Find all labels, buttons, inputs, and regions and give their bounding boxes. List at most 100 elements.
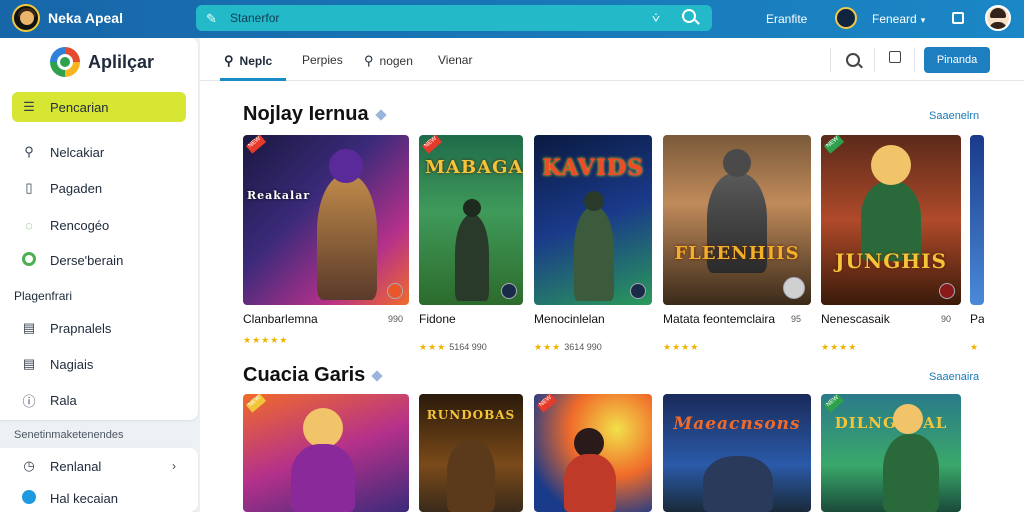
rating-count: 3614 990 (564, 342, 602, 352)
app-logo-icon[interactable] (12, 4, 40, 32)
game-card[interactable]: NEW (534, 394, 652, 512)
sidebar-item-label: Derse'berain (50, 252, 124, 268)
search-input[interactable] (230, 9, 630, 27)
game-card[interactable]: NEW Reakalar Clanbarlemna 990 ★★★★★ (243, 135, 409, 351)
game-card[interactable]: FLEENHIIS Matata feontemclaira 95 ★★★★ (663, 135, 811, 353)
character-head (871, 145, 911, 185)
sidebar-item-rencogeo[interactable]: ◌ Rencogéo (12, 210, 186, 240)
chevron-right-icon: › (172, 459, 176, 473)
top-bar: Neka Apeal ✎ ⩒ Eranfite Feneard▾ (0, 0, 1024, 38)
game-card[interactable]: Pa ★ (970, 135, 984, 351)
character-art (703, 456, 773, 512)
green-ring-icon (20, 251, 38, 269)
user-name: Feneard (872, 12, 917, 26)
badge-icon (783, 277, 805, 299)
sidebar-item-prapnalels[interactable]: ▤ Prapnalels (12, 313, 186, 343)
see-all-link[interactable]: Saaenaira (929, 371, 979, 383)
sidebar-item-label: Prapnalels (50, 320, 112, 336)
character-art (447, 440, 495, 512)
rating-stars: ★★★★★ (243, 335, 291, 346)
game-card[interactable]: Maeacnsons (663, 394, 811, 512)
sidebar-item-derseberain[interactable]: Derse'berain (12, 245, 186, 275)
sidebar-section-heading: Senetinmaketenendes (14, 429, 124, 441)
game-card[interactable]: NEW DILNGAUAL (821, 394, 961, 512)
character-art (455, 215, 489, 301)
character-art (291, 444, 355, 512)
game-title: Pa (970, 312, 984, 326)
sidebar-item-label: Nagiais (50, 356, 94, 372)
info-icon: ⓘ (22, 393, 36, 409)
character-art (574, 207, 614, 301)
sidebar-item-hal-kecaian[interactable]: Hal kecaian (12, 483, 186, 512)
game-meta: 90 (941, 314, 952, 324)
game-title: Fidone (419, 312, 456, 326)
tab-vienar[interactable]: Vienar (438, 53, 472, 67)
window-icon[interactable] (952, 12, 964, 24)
tab-perpies[interactable]: Perpies (302, 53, 343, 67)
game-cover: FLEENHIIS (663, 135, 811, 305)
clock-icon: ◷ (23, 458, 35, 473)
search-icon[interactable] (846, 53, 860, 67)
sidebar-item-label: Nelcakiar (50, 144, 105, 160)
share-icon[interactable] (889, 51, 901, 63)
sidebar-item-nagiais[interactable]: ▤ Nagiais (12, 349, 186, 379)
user-menu[interactable]: Feneard ▾ (872, 12, 925, 26)
tab-label: Vienar (438, 53, 473, 67)
document-icon: ▤ (22, 356, 36, 371)
stars-text: ★★★ (534, 342, 562, 352)
badge-icon (387, 283, 403, 299)
badge-icon (939, 283, 955, 299)
sidebar-item-pagaden[interactable]: ▯ Pagaden (12, 173, 186, 203)
primary-action-button[interactable]: Pinanda (924, 47, 990, 73)
game-cover: NEW (243, 394, 409, 512)
sidebar-item-renlanal[interactable]: ◷ Renlanal › (12, 451, 186, 481)
rating-stars: ★★★★ (663, 342, 702, 353)
cover-title: RUNDOBAS (426, 408, 516, 422)
cover-title: FLEENHIIS (674, 243, 800, 264)
ribbon-badge: NEW (823, 394, 845, 413)
see-all-link[interactable]: Saaenelrn (929, 110, 979, 122)
ribbon-badge: NEW (421, 135, 443, 154)
section-title: Cuacia Garis (243, 364, 383, 387)
phone-icon: ▯ (25, 180, 33, 195)
game-cover: NEW (534, 394, 652, 512)
sidebar-item-label: Rala (50, 392, 77, 408)
game-card[interactable]: NEW MABAGAL Fidone ★★★5164 990 (419, 135, 523, 353)
character-head (303, 408, 343, 448)
ribbon-badge: NEW (823, 135, 845, 154)
sidebar-item-rala[interactable]: ⓘ Rala (12, 385, 186, 415)
game-card[interactable]: NEW JUNGHIS Nenescasaik 90 ★★★★ (821, 135, 961, 352)
app-title: Neka Apeal (48, 10, 123, 26)
game-card[interactable]: NEW (243, 394, 409, 512)
header-link[interactable]: Eranfite (766, 12, 807, 26)
tab-bar: ⚲ Neplc Perpies ⚲ nogen Vienar Pinanda (200, 38, 1024, 81)
game-card[interactable]: RUNDOBAS (419, 394, 523, 512)
search-icon[interactable] (682, 9, 696, 23)
stars-text: ★★★ (419, 342, 447, 352)
tab-label: Neplc (239, 54, 273, 68)
game-cover: NEW MABAGAL (419, 135, 523, 305)
game-card[interactable]: KAVIDS Menocinlelan ★★★ 3614 990 (534, 135, 652, 352)
sidebar-section-heading: Plagenfrari (14, 289, 73, 303)
sidebar-item-label: Pagaden (50, 180, 103, 196)
tab-neplc[interactable]: ⚲ Neplc (224, 53, 272, 69)
cover-title: KAVIDS (541, 155, 645, 181)
search-bar[interactable]: ✎ ⩒ (196, 5, 712, 31)
cover-title: JUNGHIS (835, 249, 947, 273)
game-cover (970, 135, 984, 305)
character-head (893, 404, 923, 434)
rating-stars: ★★★ 5164 990 (419, 342, 487, 353)
avatar[interactable] (985, 5, 1011, 31)
section-title: Nojlay Iernua (243, 103, 387, 126)
microphone-icon[interactable]: ⩒ (652, 10, 660, 26)
brand-name: Aplilçar (88, 52, 155, 72)
section-title-text: Nojlay Iernua (243, 103, 369, 125)
character-art (317, 175, 377, 300)
tab-nogen[interactable]: ⚲ nogen (364, 53, 413, 69)
sidebar-item-nelcakiar[interactable]: ⚲ Nelcakiar (12, 137, 186, 167)
active-tab-indicator (220, 78, 286, 81)
profile-badge-icon[interactable] (835, 7, 857, 29)
diamond-icon (371, 370, 383, 382)
character-head (463, 199, 481, 217)
sidebar-item-pencarian[interactable]: ☰ Pencarian (12, 92, 186, 122)
